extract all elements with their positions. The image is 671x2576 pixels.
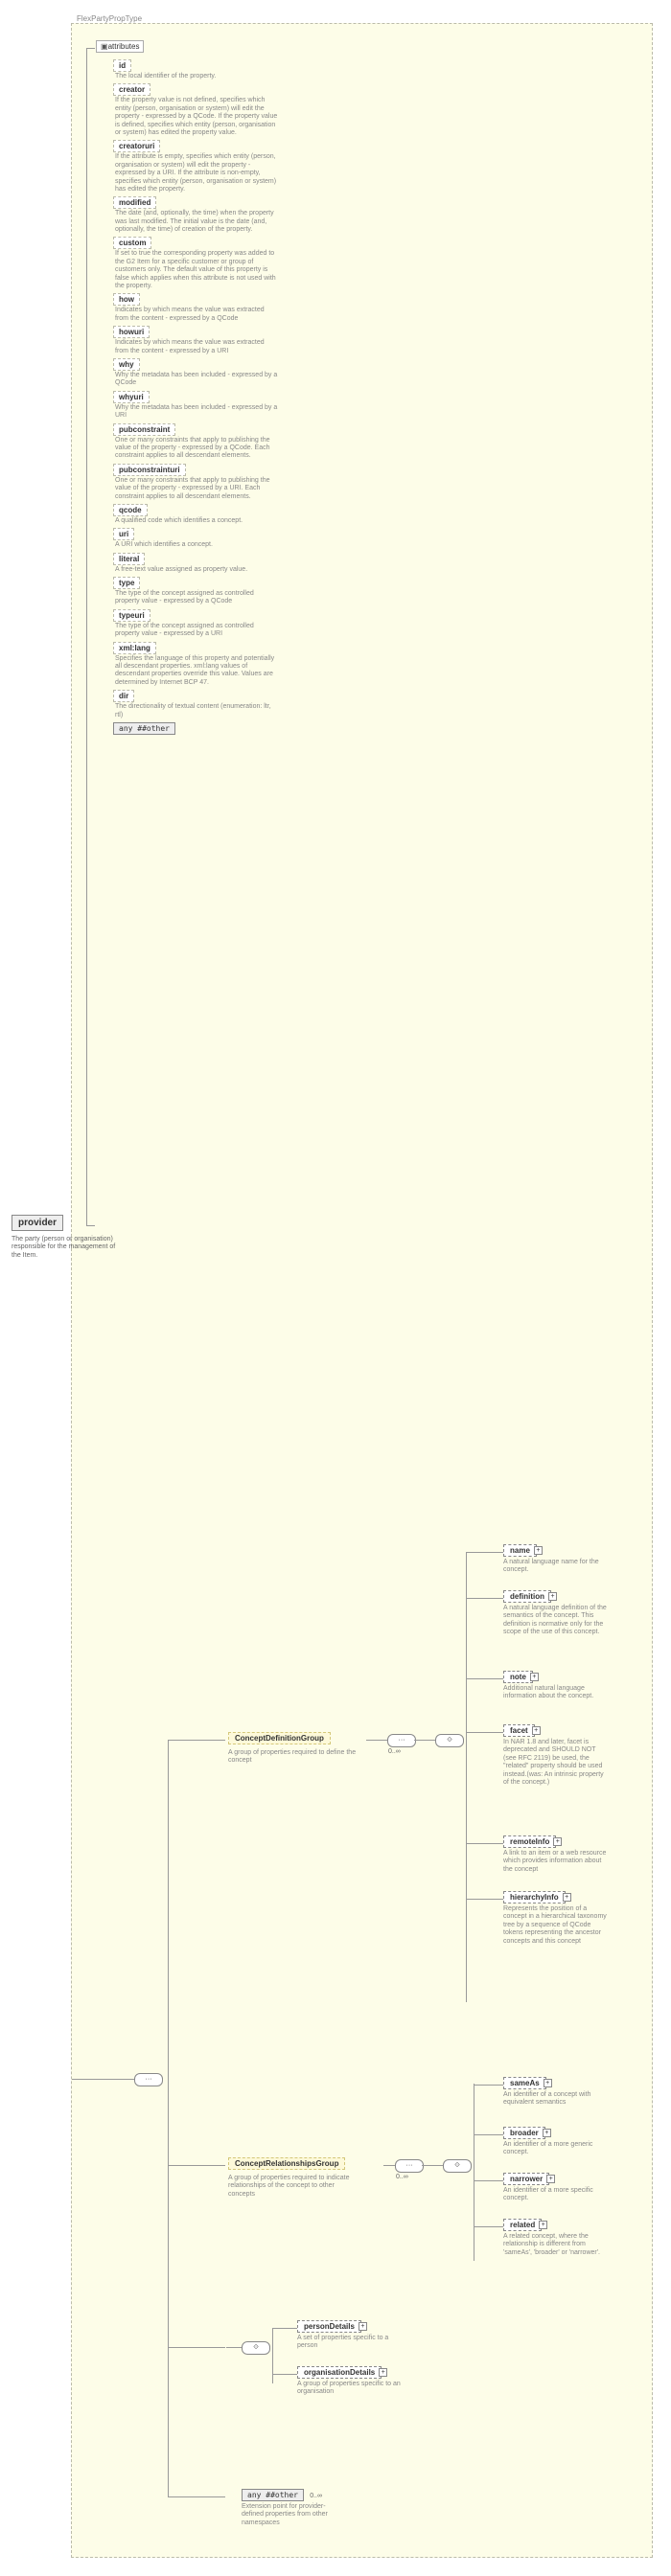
element-related[interactable]: related+ bbox=[503, 2219, 542, 2231]
expand-icon[interactable]: + bbox=[548, 1592, 557, 1601]
attr-typeuri[interactable]: typeuri bbox=[113, 609, 150, 622]
attr-pubconstrainturi[interactable]: pubconstrainturi bbox=[113, 464, 186, 476]
attributes-group: attributes idThe local identifier of the… bbox=[96, 40, 278, 737]
attr-modified[interactable]: modified bbox=[113, 196, 156, 209]
crg-desc: A group of properties required to indica… bbox=[228, 2175, 362, 2199]
cdg-card: 0..∞ bbox=[388, 1748, 401, 1755]
expand-icon[interactable]: + bbox=[359, 2322, 367, 2331]
element-organisationDetails[interactable]: organisationDetails+ bbox=[297, 2366, 382, 2379]
attr-desc: If the attribute is empty, specifies whi… bbox=[115, 153, 278, 194]
attr-desc: A URI which identifies a concept. bbox=[115, 541, 278, 549]
leaf-desc: A set of properties specific to a person bbox=[297, 2335, 403, 2351]
attr-desc: One or many constraints that apply to pu… bbox=[115, 477, 278, 501]
cdg-desc: A group of properties required to define… bbox=[228, 1749, 362, 1766]
attr-desc: If set to true the corresponding propert… bbox=[115, 250, 278, 290]
seq-crg: ··· bbox=[395, 2159, 424, 2173]
element-broader[interactable]: broader+ bbox=[503, 2127, 545, 2139]
element-narrower[interactable]: narrower+ bbox=[503, 2173, 549, 2185]
provider-element[interactable]: provider bbox=[12, 1215, 63, 1231]
expand-icon[interactable]: + bbox=[546, 2175, 555, 2183]
element-personDetails[interactable]: personDetails+ bbox=[297, 2320, 361, 2333]
element-hierarchyInfo[interactable]: hierarchyInfo+ bbox=[503, 1891, 566, 1904]
leaf-desc: A natural language definition of the sem… bbox=[503, 1605, 609, 1637]
element-sameAs[interactable]: sameAs+ bbox=[503, 2077, 546, 2089]
element-facet[interactable]: facet+ bbox=[503, 1724, 535, 1737]
leaf-desc: Represents the position of a concept in … bbox=[503, 1905, 609, 1946]
expand-icon[interactable]: + bbox=[539, 2221, 547, 2229]
leaf-desc: An identifier of a concept with equivale… bbox=[503, 2091, 609, 2108]
type-label: FlexPartyPropType bbox=[77, 14, 142, 23]
leaf-desc: An identifier of a more generic concept. bbox=[503, 2141, 609, 2157]
element-note[interactable]: note+ bbox=[503, 1671, 533, 1683]
attr-how[interactable]: how bbox=[113, 293, 140, 306]
seq-cdg: ··· bbox=[387, 1734, 416, 1747]
attr-custom[interactable]: custom bbox=[113, 237, 151, 249]
expand-icon[interactable]: + bbox=[379, 2368, 387, 2377]
sequence-connector-root: ··· bbox=[134, 2073, 163, 2086]
attr-xml-lang[interactable]: xml:lang bbox=[113, 642, 156, 654]
leaf-desc: Additional natural language information … bbox=[503, 1685, 609, 1701]
leaf-desc: A link to an item or a web resource whic… bbox=[503, 1850, 609, 1874]
expand-icon[interactable]: + bbox=[563, 1893, 571, 1902]
expand-icon[interactable]: + bbox=[543, 2129, 551, 2137]
attr-id[interactable]: id bbox=[113, 59, 131, 72]
leaf-desc: A group of properties specific to an org… bbox=[297, 2381, 403, 2397]
attr-desc: If the property value is not defined, sp… bbox=[115, 97, 278, 137]
attr-desc: The type of the concept assigned as cont… bbox=[115, 590, 278, 606]
attr-uri[interactable]: uri bbox=[113, 528, 134, 540]
attr-type[interactable]: type bbox=[113, 577, 140, 589]
element-remoteInfo[interactable]: remoteInfo+ bbox=[503, 1835, 556, 1848]
expand-icon[interactable]: + bbox=[553, 1837, 562, 1846]
expand-icon[interactable]: + bbox=[544, 2079, 552, 2087]
attr-desc: Why the metadata has been included - exp… bbox=[115, 404, 278, 421]
attr-dir[interactable]: dir bbox=[113, 690, 134, 702]
attr-desc: Specifies the language of this property … bbox=[115, 655, 278, 688]
leaf-desc: An identifier of a more specific concept… bbox=[503, 2187, 609, 2203]
attributes-header[interactable]: attributes bbox=[96, 40, 144, 53]
attr-desc: A free-text value assigned as property v… bbox=[115, 566, 278, 574]
attr-desc: The local identifier of the property. bbox=[115, 73, 278, 80]
attr-pubconstraint[interactable]: pubconstraint bbox=[113, 423, 175, 436]
choice-cdg: ⟐ bbox=[435, 1734, 464, 1747]
choice-party: ⟐ bbox=[242, 2341, 270, 2355]
element-name[interactable]: name+ bbox=[503, 1544, 537, 1557]
choice-crg: ⟐ bbox=[443, 2159, 472, 2173]
attr-whyuri[interactable]: whyuri bbox=[113, 391, 150, 403]
attr-qcode[interactable]: qcode bbox=[113, 504, 148, 516]
expand-icon[interactable]: + bbox=[530, 1673, 539, 1681]
attr-desc: Indicates by which means the value was e… bbox=[115, 339, 278, 355]
leaf-desc: In NAR 1.8 and later, facet is deprecate… bbox=[503, 1739, 609, 1787]
attr-creator[interactable]: creator bbox=[113, 83, 150, 96]
leaf-desc: A natural language name for the concept. bbox=[503, 1559, 609, 1575]
attr-desc: The directionality of textual content (e… bbox=[115, 703, 278, 719]
any-other-attribute: any ##other bbox=[113, 722, 175, 735]
attr-why[interactable]: why bbox=[113, 358, 140, 371]
attr-desc: Indicates by which means the value was e… bbox=[115, 307, 278, 323]
attr-creatoruri[interactable]: creatoruri bbox=[113, 140, 160, 152]
concept-relationships-group[interactable]: ConceptRelationshipsGroup bbox=[228, 2157, 345, 2170]
attr-howuri[interactable]: howuri bbox=[113, 326, 150, 338]
expand-icon[interactable]: + bbox=[532, 1726, 541, 1735]
any-other-element: any ##other 0..∞ Extension point for pro… bbox=[242, 2489, 347, 2527]
expand-icon[interactable]: + bbox=[534, 1546, 543, 1555]
attr-desc: The date (and, optionally, the time) whe… bbox=[115, 210, 278, 234]
attr-desc: Why the metadata has been included - exp… bbox=[115, 372, 278, 388]
element-definition[interactable]: definition+ bbox=[503, 1590, 551, 1603]
attr-desc: One or many constraints that apply to pu… bbox=[115, 437, 278, 461]
concept-definition-group[interactable]: ConceptDefinitionGroup bbox=[228, 1732, 331, 1744]
crg-card: 0..∞ bbox=[396, 2174, 408, 2180]
provider-desc: The party (person or organisation) respo… bbox=[12, 1236, 117, 1260]
attr-desc: The type of the concept assigned as cont… bbox=[115, 623, 278, 639]
attr-desc: A qualified code which identifies a conc… bbox=[115, 517, 278, 525]
leaf-desc: A related concept, where the relationshi… bbox=[503, 2233, 609, 2257]
attr-literal[interactable]: literal bbox=[113, 553, 145, 565]
